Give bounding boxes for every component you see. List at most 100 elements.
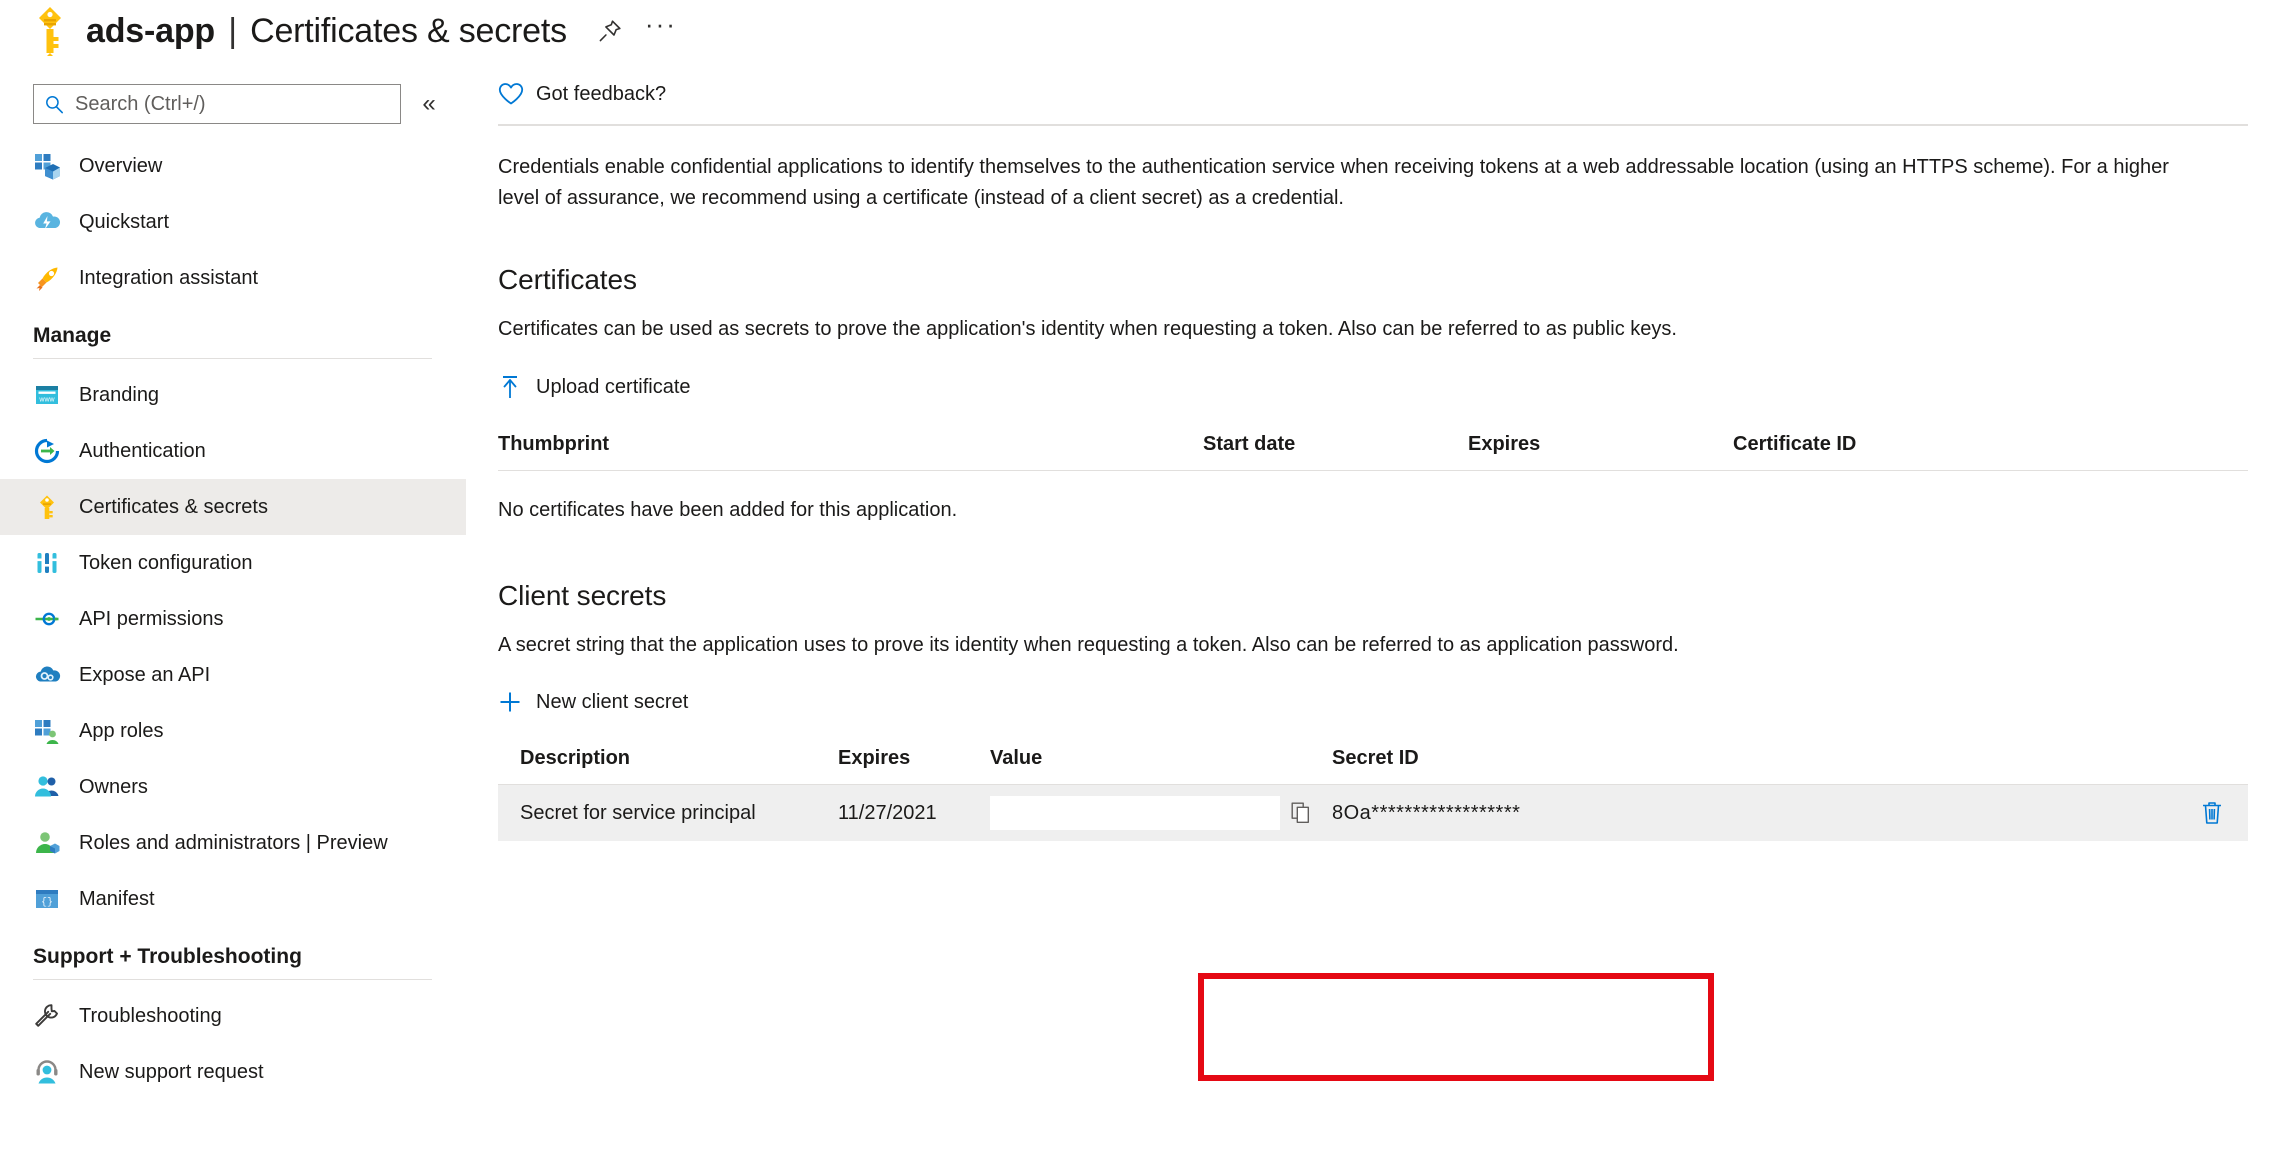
search-icon xyxy=(46,95,64,113)
sidebar-item-label: Token configuration xyxy=(79,551,253,574)
sidebar-item-token-configuration[interactable]: Token configuration xyxy=(0,535,466,591)
certificates-heading: Certificates xyxy=(498,264,637,295)
branding-www-icon: www xyxy=(36,386,58,404)
token-bars-icon xyxy=(36,553,58,573)
column-header-expires: Expires xyxy=(838,747,911,769)
certificates-table: Thumbprint Start date Expires Certificat… xyxy=(498,433,2248,522)
divider xyxy=(33,358,432,359)
column-header-certificate-id: Certificate ID xyxy=(1733,433,1857,455)
owners-people-icon xyxy=(35,776,59,797)
sidebar-group-support-items: Troubleshooting New support request xyxy=(0,988,466,1100)
sidebar-item-label: Owners xyxy=(79,775,148,798)
sidebar-search-row: « xyxy=(0,62,466,124)
sidebar-item-branding[interactable]: www Branding xyxy=(0,367,466,423)
certificates-section: Certificates Certificates can be used as… xyxy=(498,264,2248,522)
sidebar-top-items: Overview Quickstart Integration assistan… xyxy=(0,138,466,306)
sidebar-item-label: Integration assistant xyxy=(79,266,258,289)
heart-icon xyxy=(498,83,524,105)
copy-icon[interactable] xyxy=(1290,801,1312,825)
client-secrets-heading: Client secrets xyxy=(498,580,667,611)
column-header-value: Value xyxy=(990,747,1043,769)
certificates-empty-message: No certificates have been added for this… xyxy=(498,499,958,521)
expose-api-cloud-icon xyxy=(35,666,61,682)
certificates-description: Certificates can be used as secrets to p… xyxy=(498,318,1677,340)
column-header-description: Description xyxy=(520,747,631,769)
column-header-secret-id: Secret ID xyxy=(1332,747,1419,769)
client-secrets-table-header: Description Expires Value Secret ID xyxy=(498,747,2248,784)
rocket-icon xyxy=(36,267,58,291)
sidebar-item-integration-assistant[interactable]: Integration assistant xyxy=(0,250,466,306)
got-feedback-label: Got feedback? xyxy=(536,82,667,105)
column-header-expires: Expires xyxy=(1468,433,1541,455)
page-title-separator: | xyxy=(228,12,237,50)
trash-icon[interactable] xyxy=(2200,800,2224,826)
pin-icon[interactable] xyxy=(597,18,623,44)
divider xyxy=(33,979,432,980)
sidebar-item-label: Manifest xyxy=(79,887,155,910)
svg-text:www: www xyxy=(38,397,55,404)
sidebar-group-manage: Manage xyxy=(0,324,466,359)
sidebar-item-label: Troubleshooting xyxy=(79,1004,222,1027)
certificates-actions: Upload certificate xyxy=(498,374,2248,405)
sidebar-item-api-permissions[interactable]: API permissions xyxy=(0,591,466,647)
secret-value-cell xyxy=(990,796,1332,830)
client-secrets-section: Client secrets A secret string that the … xyxy=(498,580,2248,841)
column-header-thumbprint: Thumbprint xyxy=(498,433,610,455)
page-title-app: ads-app xyxy=(86,12,215,50)
authentication-arrow-icon xyxy=(34,438,60,464)
sidebar-item-label: Quickstart xyxy=(79,210,170,233)
client-secrets-actions: New client secret xyxy=(498,690,2248,719)
sidebar-item-app-roles[interactable]: App roles xyxy=(0,703,466,759)
sidebar-item-manifest[interactable]: {} Manifest xyxy=(0,871,466,927)
sidebar-item-certificates-and-secrets[interactable]: Certificates & secrets xyxy=(0,479,466,535)
page-title-section: Certificates & secrets xyxy=(250,12,567,50)
column-header-start-date: Start date xyxy=(1203,433,1296,455)
roles-admin-icon xyxy=(36,832,60,854)
page-header-actions: ··· xyxy=(597,11,677,44)
new-client-secret-label: New client secret xyxy=(536,690,689,713)
secret-value-input[interactable] xyxy=(990,796,1280,830)
sidebar-item-authentication[interactable]: Authentication xyxy=(0,423,466,479)
plus-icon xyxy=(500,692,520,712)
sidebar-item-label: API permissions xyxy=(79,607,224,630)
sidebar-group-support: Support + Troubleshooting xyxy=(0,945,466,980)
client-secrets-description: A secret string that the application use… xyxy=(498,634,1679,656)
sidebar-item-label: Expose an API xyxy=(79,663,211,686)
sidebar-group-title: Manage xyxy=(33,324,112,347)
main-content: Got feedback? Credentials enable confide… xyxy=(498,62,2288,1152)
app-roles-icon xyxy=(35,720,59,744)
sidebar-item-troubleshooting[interactable]: Troubleshooting xyxy=(0,988,466,1044)
quickstart-cloud-icon xyxy=(35,212,61,230)
upload-certificate-label: Upload certificate xyxy=(536,375,691,398)
page-header: ads-app | Certificates & secrets ··· xyxy=(0,0,677,62)
upload-certificate-button[interactable]: Upload certificate xyxy=(498,374,691,400)
table-row[interactable]: Secret for service principal 11/27/2021 … xyxy=(498,785,2248,841)
sidebar-item-label: New support request xyxy=(79,1060,264,1083)
sidebar-item-overview[interactable]: Overview xyxy=(0,138,466,194)
sidebar-item-label: App roles xyxy=(79,719,164,742)
key-icon xyxy=(40,495,54,519)
collapse-sidebar-button[interactable]: « xyxy=(409,84,449,124)
sidebar-item-label: Certificates & secrets xyxy=(79,495,268,518)
search-box[interactable] xyxy=(33,84,401,124)
more-options-button[interactable]: ··· xyxy=(645,11,677,43)
secret-description: Secret for service principal xyxy=(520,801,756,824)
divider xyxy=(498,124,2248,126)
got-feedback-button[interactable]: Got feedback? xyxy=(498,81,666,107)
search-input[interactable] xyxy=(73,91,400,117)
page-title: ads-app | Certificates & secrets xyxy=(86,14,567,48)
sidebar-item-label: Overview xyxy=(79,154,163,177)
support-agent-icon xyxy=(36,1060,58,1084)
sidebar-item-expose-an-api[interactable]: Expose an API xyxy=(0,647,466,703)
sidebar-item-quickstart[interactable]: Quickstart xyxy=(0,194,466,250)
new-client-secret-button[interactable]: New client secret xyxy=(498,690,688,714)
sidebar-item-owners[interactable]: Owners xyxy=(0,759,466,815)
sidebar-item-new-support-request[interactable]: New support request xyxy=(0,1044,466,1100)
sidebar-item-roles-and-administrators[interactable]: Roles and administrators | Preview xyxy=(0,815,466,871)
sidebar-group-manage-items: www Branding Authentication Certificates… xyxy=(0,367,466,927)
left-navigation-panel: « Overview Quic xyxy=(0,62,466,1152)
secret-delete-cell xyxy=(2200,800,2248,826)
certificates-table-header: Thumbprint Start date Expires Certificat… xyxy=(498,433,2248,470)
overview-icon xyxy=(35,154,60,180)
svg-text:{}: {} xyxy=(41,897,53,909)
